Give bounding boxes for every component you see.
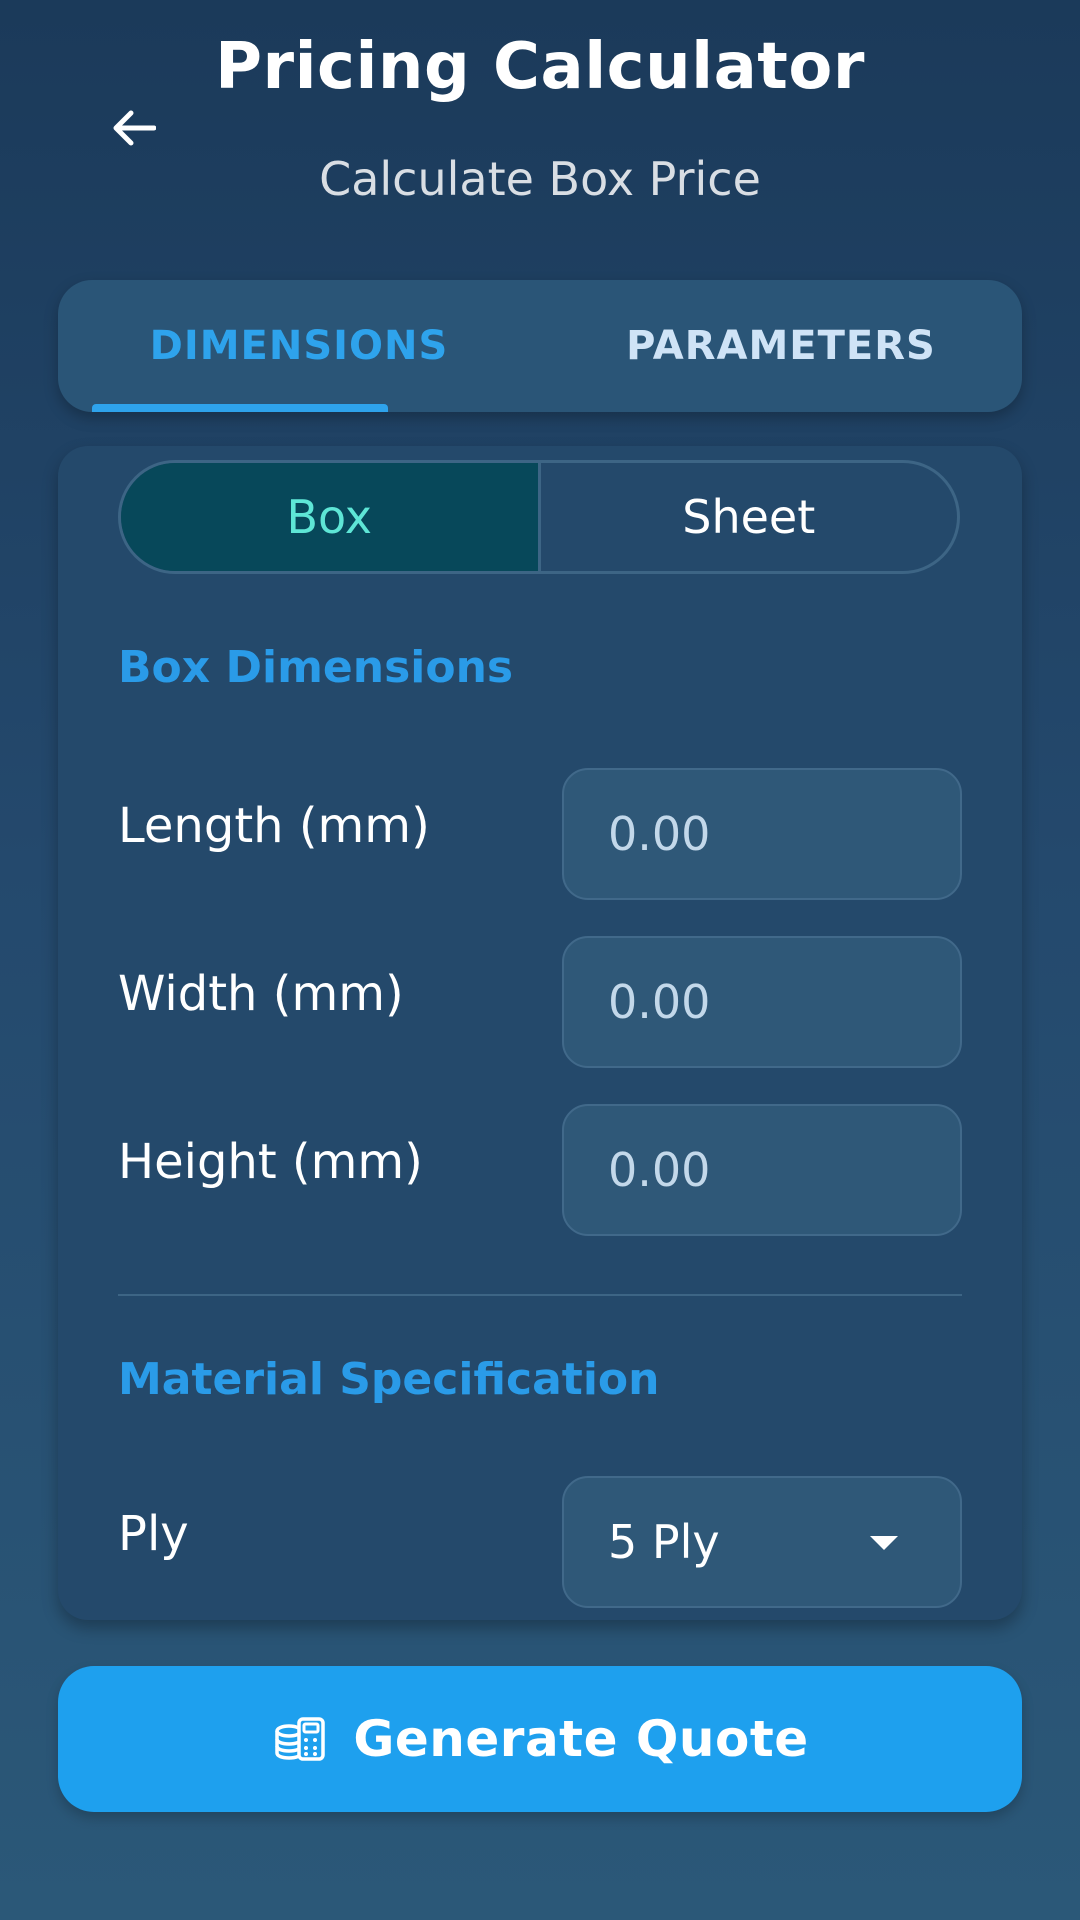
ply-select[interactable]: 5 Ply	[562, 1476, 962, 1608]
page-subtitle: Calculate Box Price	[319, 152, 761, 206]
active-tab-indicator	[92, 404, 388, 412]
section-divider	[118, 1294, 962, 1296]
ply-selected-value: 5 Ply	[608, 1515, 720, 1569]
material-spec-title: Material Specification	[118, 1354, 660, 1405]
length-label: Length (mm)	[118, 798, 430, 854]
generate-quote-button[interactable]: Generate Quote	[58, 1666, 1022, 1812]
tab-bar: DIMENSIONS PARAMETERS	[58, 280, 1022, 412]
height-label: Height (mm)	[118, 1134, 423, 1190]
calculator-coins-icon	[271, 1711, 327, 1767]
box-dimensions-title: Box Dimensions	[118, 642, 514, 693]
toggle-sheet[interactable]: Sheet	[541, 463, 958, 571]
length-input[interactable]	[562, 768, 962, 900]
back-button[interactable]	[106, 100, 162, 156]
tab-dimensions[interactable]: DIMENSIONS	[58, 280, 540, 412]
chevron-down-icon	[870, 1536, 898, 1550]
width-label: Width (mm)	[118, 966, 404, 1022]
generate-quote-label: Generate Quote	[353, 1710, 809, 1768]
tab-parameters[interactable]: PARAMETERS	[540, 280, 1022, 412]
ply-label: Ply	[118, 1506, 189, 1562]
width-input[interactable]	[562, 936, 962, 1068]
dimensions-card: Box Sheet Box Dimensions Length (mm) Wid…	[58, 446, 1022, 1620]
page-title: Pricing Calculator	[215, 30, 865, 104]
app-header: Pricing Calculator Calculate Box Price	[0, 0, 1080, 260]
mode-toggle: Box Sheet	[118, 460, 960, 574]
toggle-box[interactable]: Box	[121, 463, 541, 571]
height-input[interactable]	[562, 1104, 962, 1236]
arrow-left-icon	[113, 110, 156, 146]
